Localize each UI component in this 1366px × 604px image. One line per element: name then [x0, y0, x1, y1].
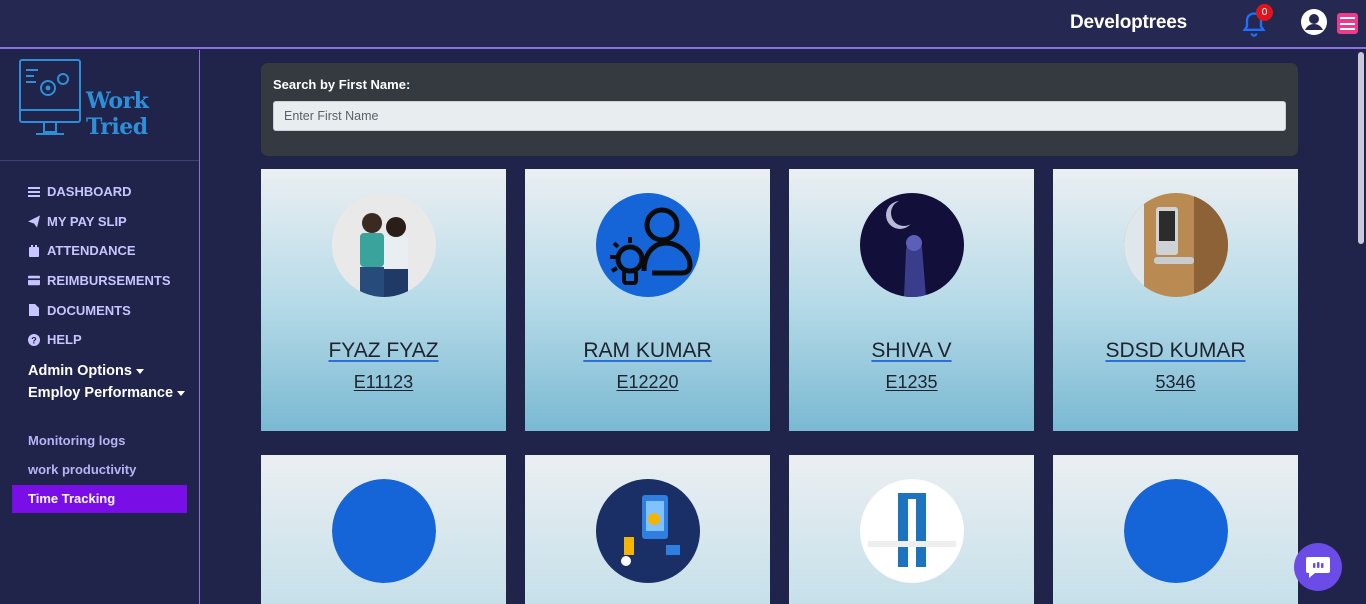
sidebar-item-label: DOCUMENTS — [47, 302, 131, 318]
sidebar-nav: DASHBOARD MY PAY SLIP ATTENDANCE REIMBUR… — [28, 177, 171, 355]
sidebar-item-help[interactable]: ? HELP — [28, 325, 171, 355]
question-circle-icon: ? — [28, 333, 40, 346]
employ-performance-dropdown[interactable]: Employ Performance — [28, 385, 186, 401]
sidebar-item-label: MY PAY SLIP — [47, 213, 127, 229]
employee-avatar-tech-illustration — [596, 479, 700, 583]
caret-down-icon — [177, 390, 186, 396]
svg-text:?: ? — [31, 335, 37, 345]
sidebar-link-time-tracking[interactable]: Time Tracking — [12, 485, 187, 513]
paper-plane-icon — [28, 215, 40, 228]
page-scrollbar-thumb[interactable] — [1358, 52, 1364, 244]
employee-card[interactable] — [789, 455, 1034, 604]
search-label: Search by First Name: — [273, 77, 411, 92]
search-panel: Search by First Name: — [261, 63, 1298, 156]
employee-avatar-door-lock — [1124, 193, 1228, 297]
employee-name-link[interactable]: RAM KUMAR — [525, 339, 770, 363]
sidebar-item-label: DASHBOARD — [47, 184, 132, 200]
employ-performance-label: Employ Performance — [28, 385, 174, 401]
user-circle-icon[interactable] — [1300, 8, 1328, 36]
sidebar-item-label: REIMBURSEMENTS — [47, 273, 171, 289]
employee-avatar-blank — [332, 479, 436, 583]
brand-name[interactable]: Developtrees — [1070, 12, 1187, 34]
sidebar-item-my-pay-slip[interactable]: MY PAY SLIP — [28, 207, 171, 237]
employee-avatar-dark-figure — [860, 193, 964, 297]
employee-avatar-blank — [1124, 479, 1228, 583]
caret-down-icon — [135, 368, 144, 374]
employee-name-link[interactable]: SHIVA V — [789, 339, 1034, 363]
admin-options-dropdown[interactable]: Admin Options — [28, 363, 144, 379]
employee-id-link[interactable]: E12220 — [525, 372, 770, 393]
employee-card[interactable]: SDSD KUMAR 5346 — [1053, 169, 1298, 431]
sidebar-item-label: ATTENDANCE — [47, 243, 136, 259]
credit-card-icon — [28, 275, 40, 287]
employee-card[interactable] — [261, 455, 506, 604]
calendar-icon — [28, 244, 40, 257]
notification-badge: 0 — [1256, 4, 1273, 21]
worktried-logo-avatar — [860, 479, 964, 583]
employee-card[interactable]: FYAZ FYAZ E11123 — [261, 169, 506, 431]
employee-id-link[interactable]: 5346 — [1053, 372, 1298, 393]
sidebar-item-attendance[interactable]: ATTENDANCE — [28, 236, 171, 266]
employee-card[interactable] — [1053, 455, 1298, 604]
first-name-search-input[interactable] — [273, 101, 1286, 131]
user-idea-icon — [596, 193, 700, 297]
file-icon — [28, 304, 40, 317]
sidebar-divider — [0, 160, 199, 161]
employee-id-link[interactable]: E11123 — [261, 372, 506, 393]
sidebar-link-work-productivity[interactable]: work productivity — [28, 462, 136, 477]
sidebar-item-documents[interactable]: DOCUMENTS — [28, 295, 171, 325]
top-navbar: Developtrees 0 — [0, 0, 1366, 49]
employee-name-link[interactable]: SDSD KUMAR — [1053, 339, 1298, 363]
sidebar-item-reimbursements[interactable]: REIMBURSEMENTS — [28, 266, 171, 296]
employee-card[interactable] — [525, 455, 770, 604]
sidebar: Work Tried DASHBOARD MY PAY SLIP ATTENDA… — [0, 50, 200, 604]
employee-card[interactable]: SHIVA V E1235 — [789, 169, 1034, 431]
chat-bubble-icon — [1306, 557, 1330, 578]
sidebar-item-label: HELP — [47, 332, 82, 348]
hamburger-menu-button[interactable] — [1337, 13, 1358, 34]
employee-card[interactable]: RAM KUMAR E12220 — [525, 169, 770, 431]
employee-avatar-two-children — [332, 193, 436, 297]
chat-widget-button[interactable] — [1294, 543, 1342, 591]
sidebar-link-monitoring-logs[interactable]: Monitoring logs — [28, 433, 125, 448]
logo-text[interactable]: Work Tried — [86, 88, 199, 140]
employee-name-link[interactable]: FYAZ FYAZ — [261, 339, 506, 363]
admin-options-label: Admin Options — [28, 363, 132, 379]
employee-id-link[interactable]: E1235 — [789, 372, 1034, 393]
list-icon — [28, 186, 40, 198]
sidebar-item-dashboard[interactable]: DASHBOARD — [28, 177, 171, 207]
